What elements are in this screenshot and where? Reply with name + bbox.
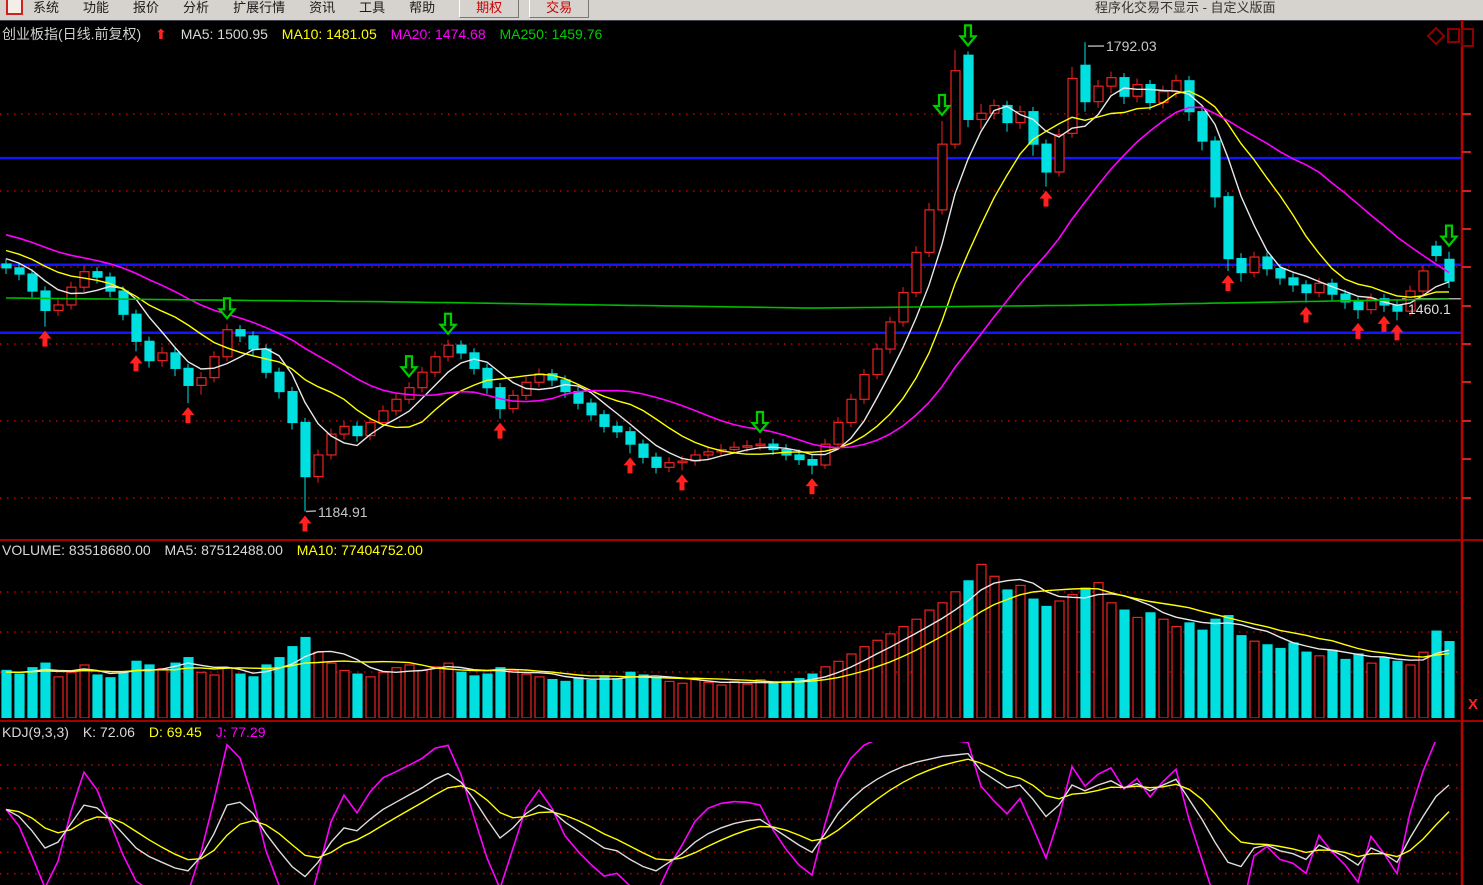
kdj-d-label: D: 69.45 xyxy=(149,724,202,740)
volume-ma10-label: MA10: 77404752.00 xyxy=(297,542,423,558)
instrument-title: 创业板指(日线.前复权) xyxy=(2,26,141,42)
close-indicator-button[interactable]: X xyxy=(1465,697,1481,713)
volume-panel-title-row: VOLUME: 83518680.00 MA5: 87512488.00 MA1… xyxy=(2,542,433,558)
panel-layout-icon xyxy=(1462,29,1473,46)
right-price-tag: 1460.1 xyxy=(1408,301,1451,317)
low-price-annotation: 1184.91 xyxy=(318,504,368,520)
kdj-title: KDJ(9,3,3) xyxy=(2,724,69,740)
main-panel-title-row: 创业板指(日线.前复权) ⬆ MA5: 1500.95 MA10: 1481.0… xyxy=(2,24,612,44)
ma5-label: MA5: 1500.95 xyxy=(181,26,268,42)
ma20-label: MA20: 1474.68 xyxy=(391,26,486,42)
ma10-label: MA10: 1481.05 xyxy=(282,26,377,42)
volume-ma5-label: MA5: 87512488.00 xyxy=(165,542,283,558)
kdj-j-label: J: 77.29 xyxy=(216,724,266,740)
trading-app-window: 系统功能报价分析扩展行情资讯工具帮助期权交易 程序化交易不显示 - 自定义版面 … xyxy=(0,0,1483,885)
high-price-annotation: 1792.03 xyxy=(1106,38,1157,54)
volume-label: VOLUME: 83518680.00 xyxy=(2,542,151,558)
kdj-k-label: K: 72.06 xyxy=(83,724,135,740)
kdj-panel-title-row: KDJ(9,3,3) K: 72.06 D: 69.45 J: 77.29 xyxy=(2,724,276,740)
ma250-label: MA250: 1459.76 xyxy=(500,26,603,42)
chart-canvas[interactable] xyxy=(0,0,1483,885)
up-trend-icon: ⬆ xyxy=(155,26,167,42)
